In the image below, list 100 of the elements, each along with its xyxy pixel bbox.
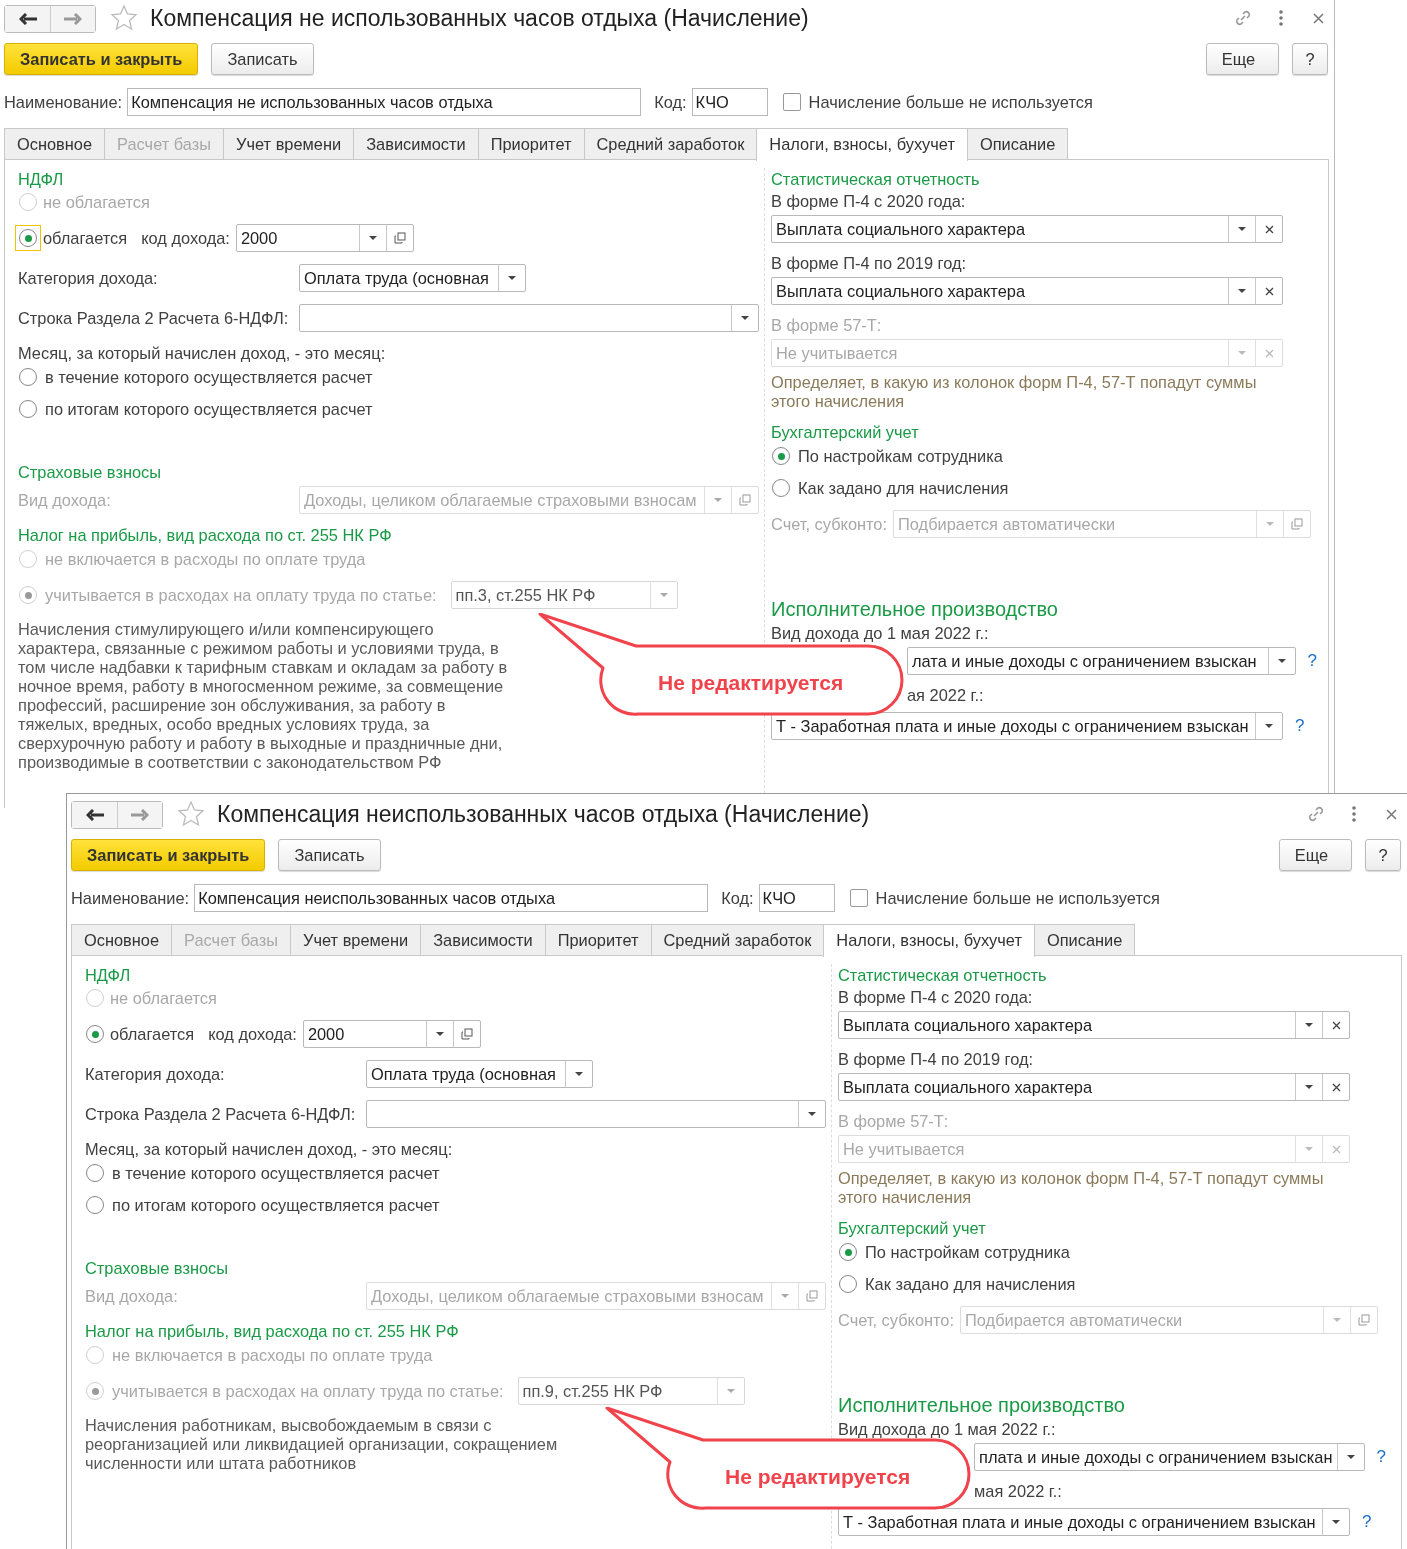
open-icon — [1291, 518, 1304, 530]
tab[interactable]: Основное — [71, 924, 172, 956]
open-icon — [460, 1028, 473, 1040]
report-line-field[interactable] — [366, 1100, 826, 1128]
caret-icon — [1277, 659, 1286, 663]
save-button[interactable]: Записать — [211, 43, 314, 75]
radio-button[interactable] — [839, 1275, 857, 1293]
save-button[interactable]: Записать — [278, 839, 381, 871]
help-button[interactable]: ? — [1365, 839, 1401, 871]
more-icon[interactable] — [1279, 10, 1283, 26]
section-heading: Бухгалтерский учет — [771, 422, 920, 443]
article-field[interactable]: пп.9, ст.255 НК РФ — [517, 1377, 745, 1405]
description-text: Начисления стимулирующего и/или компенсирующего характера, связанные с режимом работы и условиями труда, в том числе надбавки к тарифным ставкам и окладам за работу в ночное время, работу в многосменном режиме, за совмещение профессий, расширение зон обслуживания, за работу в тяжелых, вредных, особо вредных условиях труда, за сверхурочную работу и работу в выходные и праздничные дни, производимые в соответствии с законодательством РФ — [18, 620, 509, 772]
link-icon[interactable] — [1233, 8, 1253, 28]
help-link[interactable]: ? — [1362, 1512, 1372, 1532]
caret-icon — [808, 1112, 816, 1116]
statistics-field[interactable]: Выплата социального характера — [838, 1073, 1350, 1101]
section-heading: Статистическая отчетность — [771, 169, 981, 190]
radio-button[interactable] — [772, 447, 790, 465]
report-line-field[interactable] — [299, 304, 759, 332]
tab[interactable]: Основное — [4, 128, 105, 160]
save-and-close-button[interactable]: Записать и закрыть — [4, 43, 199, 75]
help-button[interactable]: ? — [1292, 43, 1328, 75]
radio-button[interactable] — [19, 400, 37, 418]
back-button[interactable] — [5, 6, 50, 32]
help-link[interactable]: ? — [1295, 716, 1305, 736]
radio-label: не включается в расходы по оплате труда — [112, 1345, 433, 1365]
close-icon — [1331, 1020, 1341, 1030]
radio-button[interactable] — [19, 368, 37, 386]
radio-label: Как задано для начисления — [798, 478, 1009, 498]
field-label: Категория дохода: — [85, 1064, 226, 1084]
field-label: Вид дохода: — [18, 490, 112, 510]
code-label: Код: — [721, 888, 754, 908]
star-icon[interactable] — [110, 4, 138, 32]
close-icon[interactable] — [1313, 12, 1324, 24]
category-field[interactable]: Оплата труда (основная — [299, 264, 526, 292]
checkbox[interactable] — [849, 889, 868, 907]
radio-button[interactable] — [86, 1164, 104, 1182]
tab[interactable]: Зависимости — [420, 924, 545, 956]
close-icon — [1264, 348, 1274, 358]
statistics-field[interactable]: Выплата социального характера — [771, 215, 1283, 243]
tab[interactable]: Учет времени — [223, 128, 354, 160]
tab[interactable]: Описание — [967, 128, 1069, 160]
radio-label: По настройкам сотрудника — [865, 1242, 1070, 1262]
income-type-field[interactable]: Т - Заработная плата и иные доходы с ограничением взыскан — [838, 1508, 1350, 1536]
radio-button[interactable] — [839, 1243, 857, 1261]
close-icon — [1264, 224, 1274, 234]
radio-button[interactable] — [772, 479, 790, 497]
star-icon[interactable] — [177, 800, 205, 828]
radio-button[interactable] — [86, 1196, 104, 1214]
tab[interactable]: Налоги, взносы, бухучет — [756, 128, 968, 161]
caret-icon — [1266, 522, 1275, 526]
section-heading: НДФЛ — [85, 965, 132, 986]
checkbox[interactable] — [782, 93, 801, 111]
radio-label: Как задано для начисления — [865, 1274, 1076, 1294]
income-type-field[interactable]: лата и иные доходы с ограничением взыскан — [907, 647, 1296, 675]
field-label: В форме П-4 с 2020 года: — [771, 191, 967, 212]
help-link[interactable]: ? — [1307, 651, 1317, 671]
tab[interactable]: Описание — [1034, 924, 1136, 956]
code-field[interactable]: КЧО — [758, 884, 835, 912]
section-heading: Статистическая отчетность — [838, 965, 1048, 986]
income-type-field[interactable]: Т - Заработная плата и иные доходы с ограничением взыскан — [771, 712, 1283, 740]
tab[interactable]: Налоги, взносы, бухучет — [823, 924, 1035, 957]
back-button[interactable] — [72, 802, 117, 828]
more-button[interactable]: Еще — [1206, 43, 1279, 75]
tab[interactable]: Приоритет — [544, 924, 651, 956]
field-label: ая 2022 г.: — [907, 685, 985, 706]
income-code-field[interactable]: 2000 — [235, 224, 414, 252]
caret-icon — [575, 1072, 583, 1076]
radio-label: не облагается — [43, 192, 150, 212]
article-field[interactable]: пп.3, ст.255 НК РФ — [450, 581, 678, 609]
name-field[interactable]: Компенсация не использованных часов отдыха — [127, 88, 642, 116]
income-type-field[interactable]: плата и иные доходы с ограничением взыскан — [974, 1443, 1365, 1471]
tab[interactable]: Средний заработок — [583, 128, 757, 160]
caret-icon — [1305, 1023, 1313, 1027]
group-label: Месяц, за который начислен доход, - это месяц: — [18, 343, 387, 364]
close-icon[interactable] — [1386, 808, 1397, 820]
income-code-field[interactable]: 2000 — [302, 1020, 481, 1048]
tab[interactable]: Зависимости — [353, 128, 478, 160]
name-field[interactable]: Компенсация неиспользованных часов отдыха — [194, 884, 709, 912]
field-label: мая 2022 г.: — [974, 1481, 1063, 1502]
category-field[interactable]: Оплата труда (основная — [366, 1060, 593, 1088]
field-label: В форме П-4 по 2019 год: — [771, 253, 968, 274]
tab[interactable]: Приоритет — [477, 128, 584, 160]
group-label: Месяц, за который начислен доход, - это месяц: — [85, 1139, 454, 1160]
help-link[interactable]: ? — [1376, 1447, 1386, 1467]
field-label: Вид дохода до 1 мая 2022 г.: — [838, 1419, 1057, 1440]
more-button[interactable]: Еще — [1279, 839, 1352, 871]
link-icon[interactable] — [1306, 804, 1326, 824]
save-and-close-button[interactable]: Записать и закрыть — [71, 839, 266, 871]
caret-icon — [368, 236, 377, 240]
code-field[interactable]: КЧО — [691, 88, 768, 116]
tab[interactable]: Учет времени — [290, 924, 421, 956]
more-icon[interactable] — [1352, 806, 1356, 822]
radio-button[interactable] — [86, 1025, 104, 1043]
tab[interactable]: Средний заработок — [650, 924, 824, 956]
statistics-field[interactable]: Выплата социального характера — [771, 277, 1283, 305]
section-heading: Налог на прибыль, вид расхода по ст. 255 НК РФ — [18, 525, 393, 546]
statistics-field[interactable]: Выплата социального характера — [838, 1011, 1350, 1039]
caret-icon — [726, 1389, 735, 1393]
